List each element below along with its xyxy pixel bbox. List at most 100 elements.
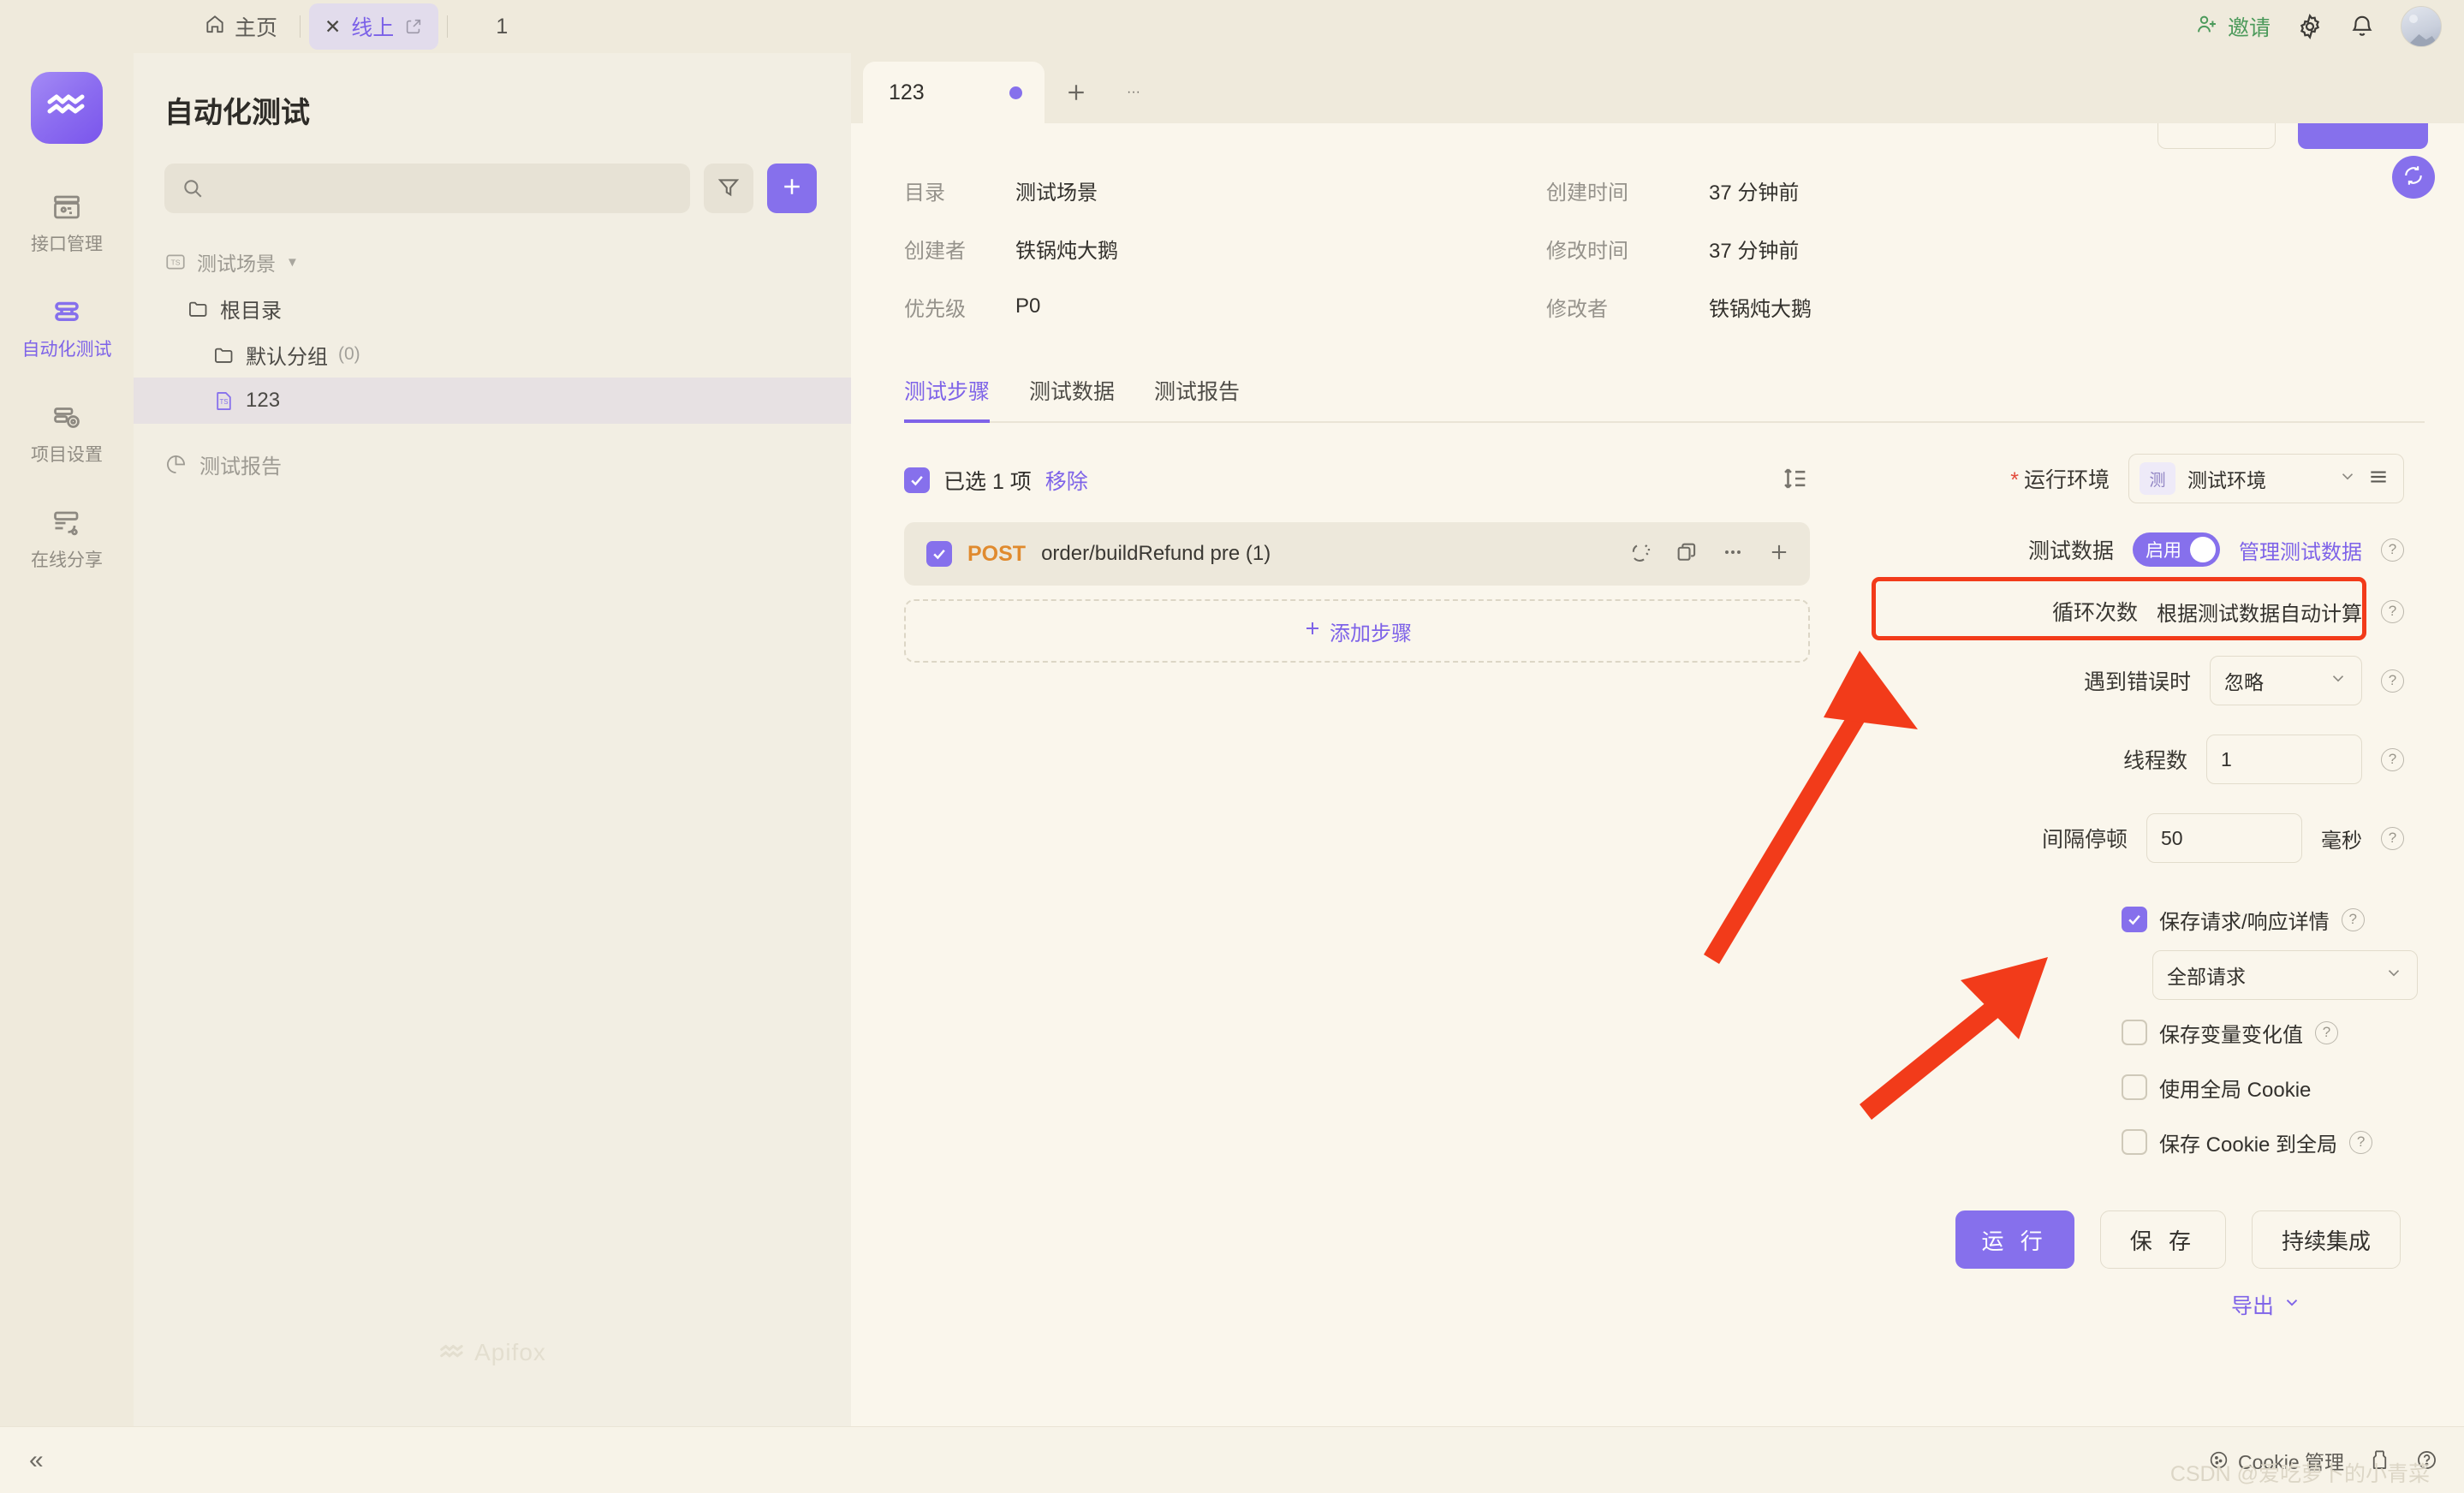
watermark: CSDN @爱吃萝卜的小青菜 xyxy=(2169,1462,2430,1486)
option-save-variables[interactable]: 保存变量变化值 ? xyxy=(2122,1005,2338,1060)
tree-group-header[interactable]: TS 测试场景 ▼ xyxy=(134,239,851,285)
meta-value: 测试场景 xyxy=(1015,181,1098,205)
threads-input[interactable]: 1 xyxy=(2206,735,2362,784)
run-env-select[interactable]: 测 测试环境 xyxy=(2128,454,2372,503)
close-icon[interactable]: ✕ xyxy=(324,16,341,37)
help-icon[interactable]: ? xyxy=(2381,747,2404,771)
interval-input[interactable]: 50 xyxy=(2146,813,2302,863)
env-tab[interactable]: ✕ 线上 xyxy=(309,3,439,50)
plus-icon[interactable] xyxy=(1767,540,1791,568)
meta-key: 创建时间 xyxy=(1546,181,1628,205)
meta-value: 铁锅炖大鹅 xyxy=(1015,239,1118,263)
env-badge: 测 xyxy=(2140,462,2175,495)
help-icon[interactable]: ? xyxy=(2381,669,2404,693)
checkbox[interactable] xyxy=(2122,1074,2147,1100)
test-data-toggle[interactable]: 启用 xyxy=(2133,532,2220,567)
add-step-button[interactable]: 添加步骤 xyxy=(904,599,1810,663)
sort-icon[interactable] xyxy=(1781,464,1810,497)
toggle-label: 启用 xyxy=(2146,541,2181,561)
share-icon xyxy=(51,508,82,538)
app-root: 主页 ✕ 线上 1 邀请 接口管理 自动化测试 项目设置 在线分享 自动化测试 … xyxy=(0,0,2464,1493)
external-link-icon[interactable] xyxy=(404,17,423,36)
tab-more-icon[interactable]: ··· xyxy=(1108,62,1159,123)
export-label: 导出 xyxy=(2230,1294,2274,1318)
tab-test-steps[interactable]: 测试步骤 xyxy=(904,375,991,423)
new-tab-button[interactable] xyxy=(1045,62,1108,123)
sync-fab-button[interactable] xyxy=(2392,156,2435,199)
tab-counter: 1 xyxy=(496,14,509,39)
step-method: POST xyxy=(967,541,1027,566)
checkbox[interactable] xyxy=(2122,1020,2147,1045)
svg-text:TS: TS xyxy=(170,258,180,266)
help-icon[interactable]: ? xyxy=(2341,907,2365,931)
inner-tabs: 测试步骤 测试数据 测试报告 xyxy=(904,375,2425,423)
help-icon[interactable]: ? xyxy=(2381,599,2404,623)
clipped-primary-button[interactable] xyxy=(2298,123,2428,149)
search-input[interactable] xyxy=(216,177,673,199)
plus-icon xyxy=(1302,618,1323,645)
sync-broken-icon[interactable] xyxy=(1628,540,1652,568)
on-error-select[interactable]: 忽略 xyxy=(2210,656,2362,705)
sidebar-item-api[interactable]: 接口管理 xyxy=(11,181,122,266)
env-tab-label: 线上 xyxy=(351,16,395,40)
select-all-checkbox[interactable] xyxy=(904,467,930,493)
invite-label: 邀请 xyxy=(2227,16,2271,40)
manage-test-data-link[interactable]: 管理测试数据 xyxy=(2239,535,2362,565)
tree-item-default-group[interactable]: 默认分组 (0) xyxy=(134,331,851,378)
tree-item-root[interactable]: 根目录 xyxy=(134,285,851,331)
gear-icon[interactable] xyxy=(2296,13,2324,40)
step-actions xyxy=(1628,540,1791,568)
tab-test-data[interactable]: 测试数据 xyxy=(1029,375,1115,421)
sidebar-item-test-report[interactable]: 测试报告 xyxy=(134,439,851,489)
home-button[interactable]: 主页 xyxy=(190,6,291,47)
content-split: 已选 1 项 移除 POST order/buildRefund pre (1)… xyxy=(851,423,2464,1320)
step-checkbox[interactable] xyxy=(926,541,952,567)
tab-test-report[interactable]: 测试报告 xyxy=(1154,375,1240,421)
sidebar-item-project-settings[interactable]: 项目设置 xyxy=(11,392,122,477)
unsaved-dot-icon xyxy=(1009,86,1022,99)
clipped-secondary-button[interactable] xyxy=(2157,123,2276,149)
export-button[interactable]: 导出 xyxy=(1810,1289,2404,1320)
avatar[interactable] xyxy=(2401,6,2442,47)
add-scenario-button[interactable] xyxy=(767,164,817,213)
remove-selected-button[interactable]: 移除 xyxy=(1045,465,1088,496)
save-button[interactable]: 保 存 xyxy=(2099,1210,2226,1269)
document-tab-123[interactable]: 123 xyxy=(863,62,1045,123)
help-icon[interactable]: ? xyxy=(2381,826,2404,850)
option-save-cookie-global[interactable]: 保存 Cookie 到全局 ? xyxy=(2122,1115,2373,1169)
filter-button[interactable] xyxy=(704,164,753,213)
run-settings-column: * 运行环境 测 测试环境 测试数据 启用 管理测试数据 ? 循环次数 根据测试… xyxy=(1810,452,2464,1320)
search-box[interactable] xyxy=(164,164,690,213)
request-scope-select[interactable]: 全部请求 xyxy=(2152,950,2418,1000)
sidebar-item-share[interactable]: 在线分享 xyxy=(11,497,122,582)
checkbox[interactable] xyxy=(2122,1129,2147,1155)
home-icon xyxy=(204,13,226,41)
collapse-panel-button[interactable]: « xyxy=(29,1446,44,1475)
tree-item-123[interactable]: TS 123 xyxy=(134,378,851,424)
step-name: order/buildRefund pre (1) xyxy=(1041,542,1271,565)
ci-button[interactable]: 持续集成 xyxy=(2251,1210,2401,1269)
filter-icon xyxy=(717,175,741,203)
invite-button[interactable]: 邀请 xyxy=(2195,11,2271,42)
chevron-down-icon[interactable]: ▼ xyxy=(286,255,299,270)
ts-file-icon: TS xyxy=(212,390,235,413)
copy-icon[interactable] xyxy=(1675,540,1699,568)
main-scroll-area: 目录 测试场景 创建时间 37 分钟前 创建者 铁锅炖大鹅 修改时间 37 分钟… xyxy=(851,123,2464,1426)
table-row[interactable]: POST order/buildRefund pre (1) xyxy=(904,522,1810,586)
help-icon[interactable]: ? xyxy=(2315,1020,2338,1044)
sidebar-item-automation[interactable]: 自动化测试 xyxy=(11,287,122,372)
checkbox[interactable] xyxy=(2122,907,2147,932)
env-menu-button[interactable] xyxy=(2353,454,2404,503)
app-logo[interactable] xyxy=(31,72,103,144)
help-icon[interactable]: ? xyxy=(2381,538,2404,562)
run-button[interactable]: 运 行 xyxy=(1955,1210,2074,1269)
option-use-global-cookie[interactable]: 使用全局 Cookie xyxy=(2122,1060,2311,1115)
option-save-detail[interactable]: 保存请求/响应详情 ? xyxy=(2122,892,2365,947)
more-icon[interactable] xyxy=(1721,540,1745,568)
request-scope-value: 全部请求 xyxy=(2167,966,2246,988)
bell-icon[interactable] xyxy=(2349,14,2375,39)
help-icon[interactable]: ? xyxy=(2349,1130,2373,1154)
meta-value: 37 分钟前 xyxy=(1709,181,1800,205)
sidebar-panel: 自动化测试 TS 测试场景 ▼ 根目录 默认分组 (0) TS 123 测试报告… xyxy=(134,53,851,1426)
ts-folder-icon: TS xyxy=(164,251,187,273)
